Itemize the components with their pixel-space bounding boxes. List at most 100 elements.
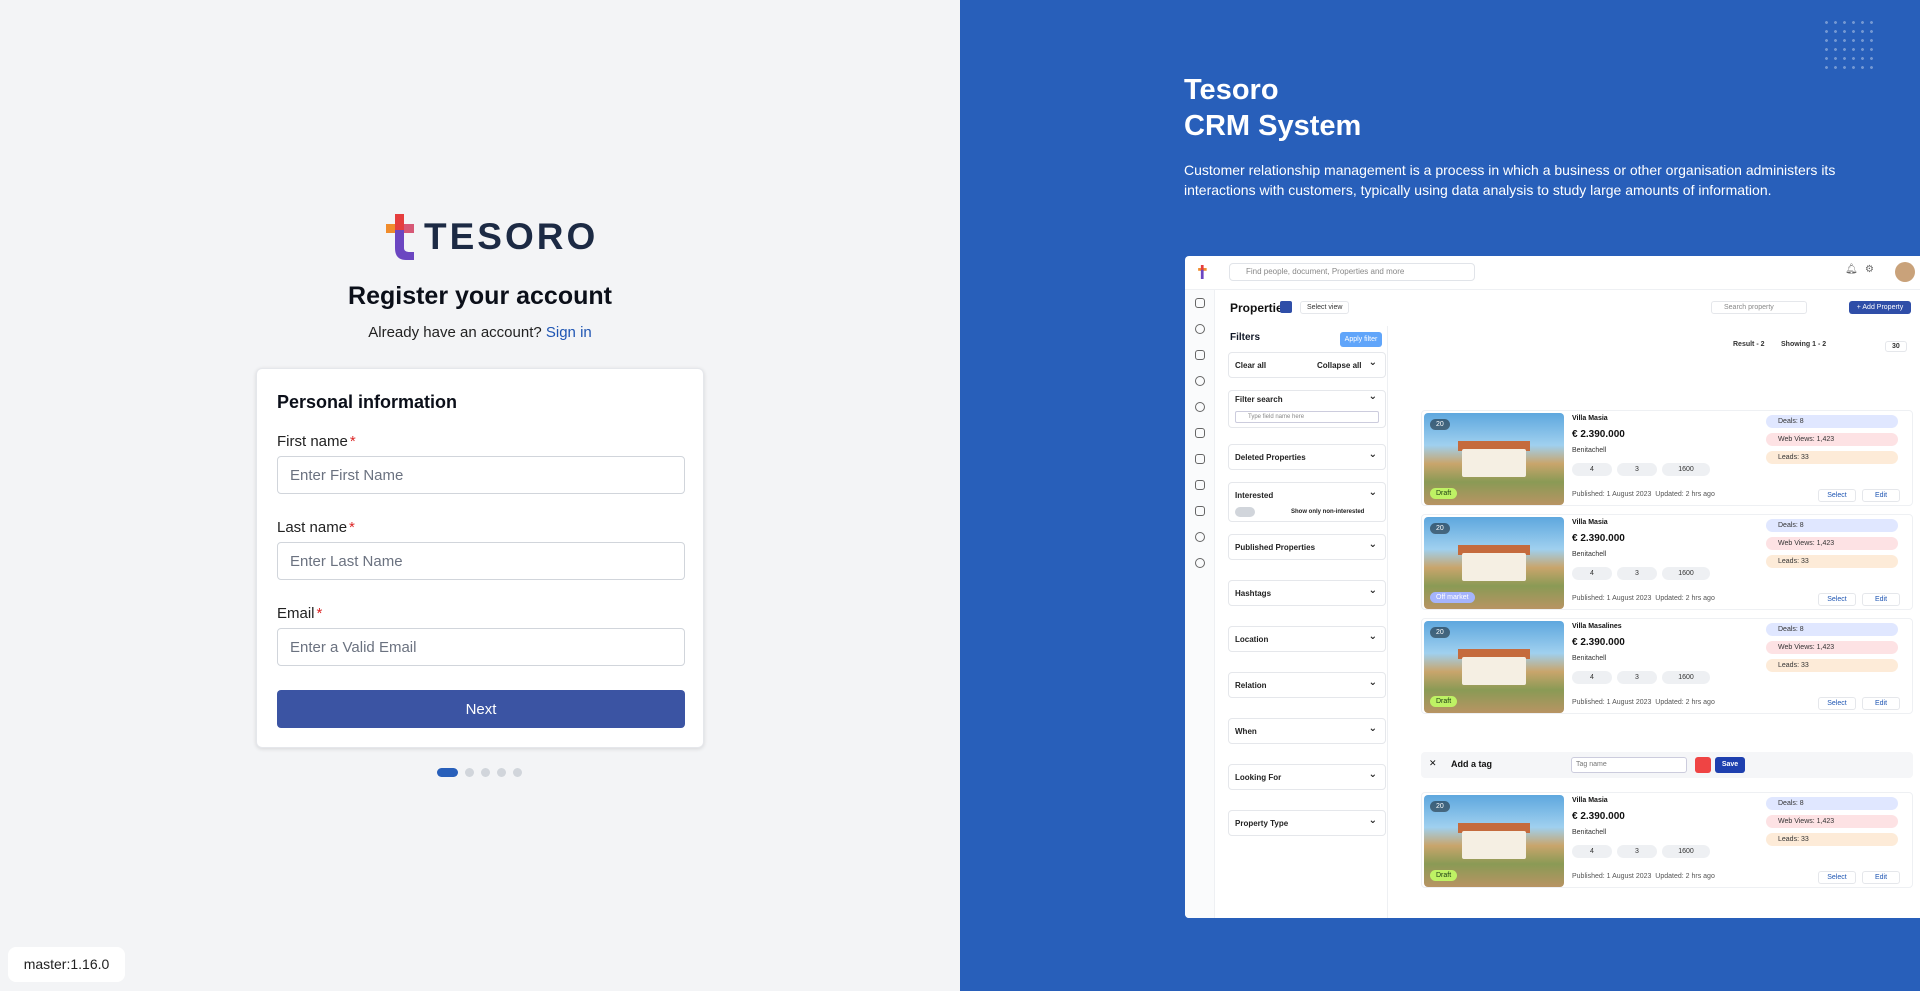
listing-town: Benitachell: [1572, 829, 1607, 836]
page-title: Register your account: [348, 282, 612, 310]
listing-chips: 4 3 1600: [1572, 671, 1710, 684]
status-badge: Draft: [1430, 870, 1458, 881]
photo-count: 20: [1430, 801, 1450, 812]
select-button-preview: Select: [1818, 489, 1856, 502]
listing-name: Villa Masia: [1572, 519, 1608, 526]
version-badge: master:1.16.0: [8, 947, 125, 982]
toggle-switch: [1235, 507, 1255, 517]
baths-chip: 3: [1617, 671, 1657, 684]
first-name-input[interactable]: [277, 456, 685, 494]
photo-count: 20: [1430, 523, 1450, 534]
deals-stat: Deals: 8: [1766, 519, 1898, 532]
apply-filter-preview: Apply filter: [1340, 332, 1382, 347]
listing-card: 20 Draft Villa Masia € 2.390.000 Benitachell…: [1421, 410, 1913, 506]
tag-color-swatch: [1695, 757, 1711, 773]
mail-icon: [1195, 506, 1205, 516]
filter-item: Deleted Properties: [1228, 442, 1386, 470]
close-icon: ✕: [1429, 758, 1437, 768]
filter-item: When: [1228, 716, 1386, 744]
preview-sidebar: [1185, 290, 1215, 918]
listing-chips: 4 3 1600: [1572, 567, 1710, 580]
preview-filters: Filters Apply filter Clear all Collapse a…: [1228, 326, 1388, 918]
required-mark: *: [316, 605, 323, 622]
hero-title: Tesoro CRM System: [1184, 72, 1361, 144]
beds-chip: 4: [1572, 463, 1612, 476]
tesoro-logo-icon: [386, 214, 418, 260]
listing-photo: 20 Draft: [1424, 413, 1564, 505]
personal-info-card: Personal information First name* Last na…: [256, 368, 704, 748]
filter-item: Relation: [1228, 670, 1386, 698]
step-dot-4: [497, 768, 506, 777]
last-name-input[interactable]: [277, 542, 685, 580]
clear-all-row: Clear all Collapse all: [1228, 350, 1386, 378]
listing-chips: 4 3 1600: [1572, 845, 1710, 858]
target-icon: [1195, 376, 1205, 386]
card-icon: [1195, 454, 1205, 464]
globe-icon: [1195, 558, 1205, 568]
listing-photo: 20 Off market: [1424, 517, 1564, 609]
section-title: Personal information: [277, 392, 458, 412]
next-button[interactable]: Next: [277, 690, 685, 728]
per-page-select: 30: [1885, 341, 1907, 352]
area-chip: 1600: [1662, 463, 1710, 476]
deals-stat: Deals: 8: [1766, 797, 1898, 810]
filter-item: Published Properties: [1228, 532, 1386, 560]
filter-item: Interested Show only non-interested: [1228, 480, 1386, 522]
first-name-label: First name *: [277, 433, 356, 450]
listing-chips: 4 3 1600: [1572, 463, 1710, 476]
step-indicator: [437, 768, 522, 777]
baths-chip: 3: [1617, 463, 1657, 476]
dot-pattern-decoration: [1822, 18, 1876, 70]
leads-stat: Leads: 33: [1766, 555, 1898, 568]
area-chip: 1600: [1662, 845, 1710, 858]
avatar: [1895, 262, 1915, 282]
hero-title-line2: CRM System: [1184, 110, 1362, 142]
listing-price: € 2.390.000: [1572, 429, 1625, 440]
listing-card: 20 Draft Villa Masalines € 2.390.000 Benitac…: [1421, 618, 1913, 714]
clock-icon: [1195, 324, 1205, 334]
filter-item: Looking For: [1228, 762, 1386, 790]
area-chip: 1600: [1662, 567, 1710, 580]
leads-stat: Leads: 33: [1766, 451, 1898, 464]
filter-search-row: Filter search Type field name here: [1228, 388, 1386, 428]
listing-dates: Published: 1 August 2023 Updated: 2 hrs …: [1572, 491, 1715, 498]
add-tag-row: ✕ Add a tag Tag name Save: [1421, 752, 1913, 778]
building-icon: [1195, 428, 1205, 438]
listing-photo: 20 Draft: [1424, 795, 1564, 887]
logo-wordmark: TESORO: [424, 216, 599, 257]
listing-name: Villa Masia: [1572, 415, 1608, 422]
listing-name: Villa Masia: [1572, 797, 1608, 804]
listing-price: € 2.390.000: [1572, 811, 1625, 822]
edit-button-preview: Edit: [1862, 871, 1900, 884]
baths-chip: 3: [1617, 567, 1657, 580]
hero-title-line1: Tesoro: [1184, 74, 1279, 106]
hero-panel: Tesoro CRM System Customer relationship …: [960, 0, 1920, 991]
listing-price: € 2.390.000: [1572, 533, 1625, 544]
select-button-preview: Select: [1818, 697, 1856, 710]
listing-name: Villa Masalines: [1572, 623, 1622, 630]
edit-button-preview: Edit: [1862, 697, 1900, 710]
leads-stat: Leads: 33: [1766, 659, 1898, 672]
hero-description: Customer relationship management is a pr…: [1184, 162, 1836, 198]
views-stat: Web Views: 1,423: [1766, 815, 1898, 828]
tesoro-logo: TESORO: [386, 214, 598, 260]
tag-save-button-preview: Save: [1715, 757, 1745, 773]
sign-in-link[interactable]: Sign in: [546, 324, 592, 341]
gear-icon: ⚙: [1865, 264, 1874, 275]
preview-topbar: Find people, document, Properties and mo…: [1185, 256, 1920, 290]
leads-stat: Leads: 33: [1766, 833, 1898, 846]
listing-price: € 2.390.000: [1572, 637, 1625, 648]
deals-stat: Deals: 8: [1766, 623, 1898, 636]
select-button-preview: Select: [1818, 593, 1856, 606]
bell-icon: 🔔︎: [1845, 264, 1858, 275]
listing-town: Benitachell: [1572, 551, 1607, 558]
home-icon: [1195, 480, 1205, 490]
preview-search: Find people, document, Properties and mo…: [1229, 263, 1475, 281]
email-input[interactable]: [277, 628, 685, 666]
listing-dates: Published: 1 August 2023 Updated: 2 hrs …: [1572, 595, 1715, 602]
sign-in-prompt: Already have an account? Sign in: [0, 324, 960, 341]
listing-dates: Published: 1 August 2023 Updated: 2 hrs …: [1572, 873, 1715, 880]
filter-item: Location: [1228, 624, 1386, 652]
result-count: Result - 2: [1733, 341, 1765, 348]
beds-chip: 4: [1572, 671, 1612, 684]
